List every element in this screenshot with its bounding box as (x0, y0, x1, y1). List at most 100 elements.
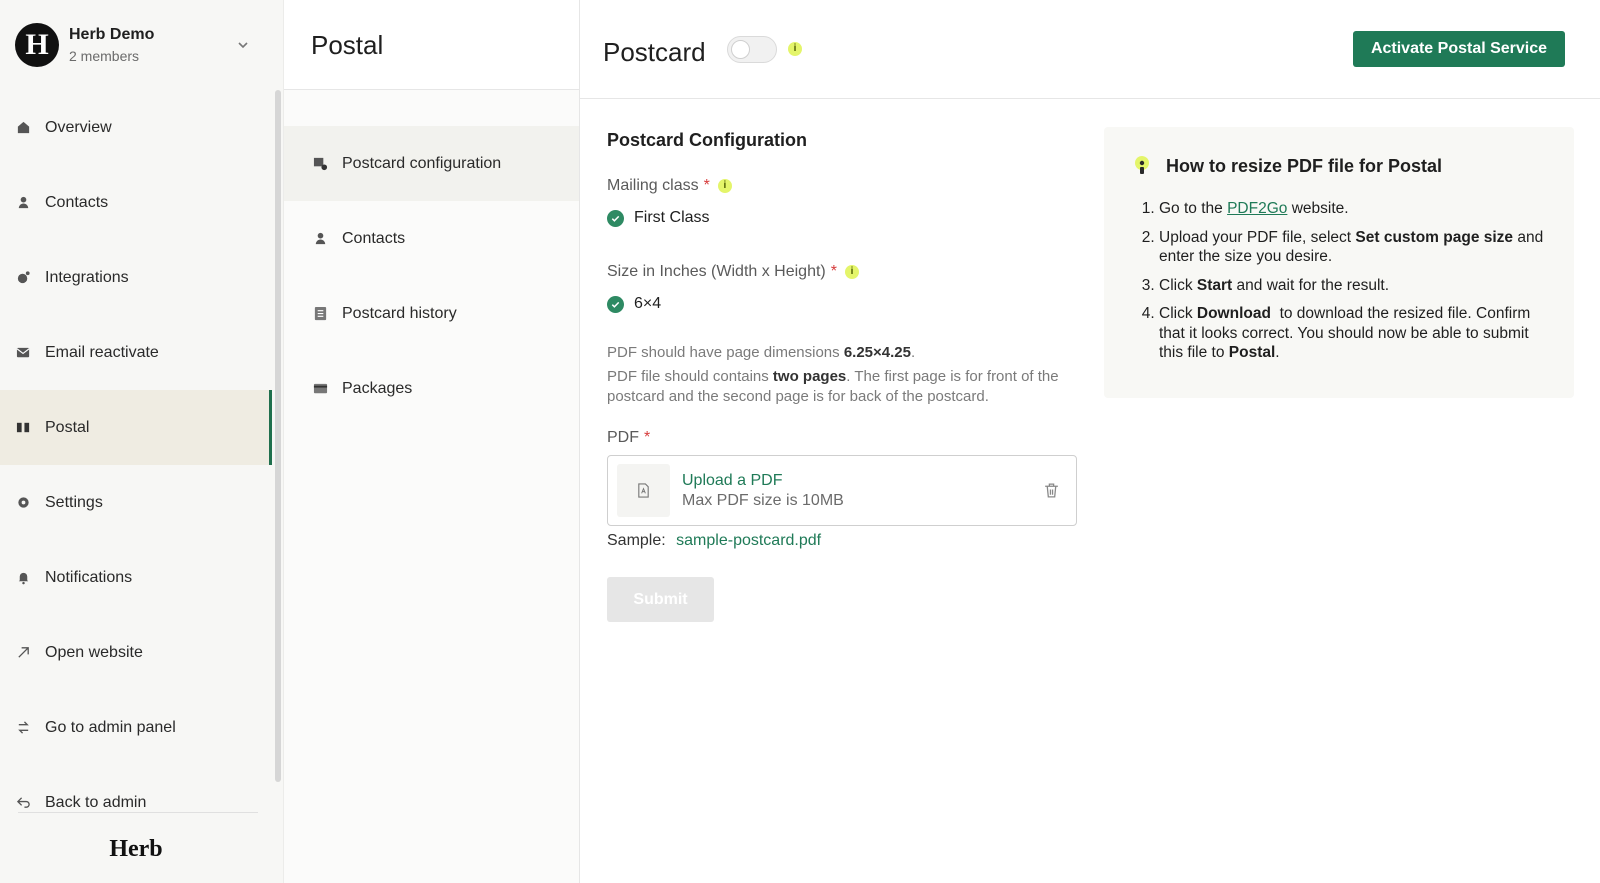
size-value: 6×4 (634, 295, 662, 312)
sidebar-item-label: Go to admin panel (45, 718, 176, 736)
submit-button[interactable]: Submit (607, 577, 714, 622)
upload-pdf-link[interactable]: Upload a PDF (682, 472, 844, 490)
pdf-upload-dropzone[interactable]: Upload a PDF Max PDF size is 10MB (607, 455, 1077, 526)
pdf2go-link[interactable]: PDF2Go (1227, 200, 1287, 217)
sidebar-item-overview[interactable]: Overview (0, 90, 272, 165)
trash-icon[interactable] (1043, 482, 1060, 504)
org-switcher[interactable]: H Herb Demo 2 members (15, 22, 265, 68)
chevron-down-icon[interactable] (233, 35, 253, 55)
sidebar-item-notifications[interactable]: Notifications (0, 540, 272, 615)
sample-pdf-link[interactable]: sample-postcard.pdf (676, 532, 821, 549)
subnav-item-postcard-history[interactable]: Postcard history (284, 276, 579, 351)
subnav-item-label: Postcard configuration (342, 154, 502, 172)
pdf-label: PDF * (607, 429, 1077, 447)
postcard-toggle[interactable] (727, 36, 777, 63)
pdf-text: PDF (607, 429, 639, 446)
brand-logo: Herb (109, 836, 163, 862)
integrations-icon (15, 270, 31, 286)
sidebar-item-back-to-admin[interactable]: Back to admin (0, 765, 272, 812)
person-icon (312, 231, 328, 247)
subnav-header: Postal (284, 0, 579, 90)
main-header: Postcard i Activate Postal Service (580, 0, 1600, 99)
gear-icon (15, 495, 31, 511)
hint-text: PDF should have page dimensions (607, 344, 844, 361)
help-title-text: How to resize PDF file for Postal (1166, 155, 1443, 176)
pdf-file-icon (617, 464, 670, 517)
external-link-icon (15, 645, 31, 661)
step-bold: Start (1196, 276, 1233, 294)
size-label: Size in Inches (Width x Height) * i (607, 263, 1077, 281)
email-icon (15, 345, 31, 361)
required-mark: * (703, 177, 710, 194)
step-text: Upload your PDF file, select (1159, 228, 1356, 246)
sidebar-item-label: Open website (45, 643, 143, 661)
sidebar-nav: Overview Contacts Integrations Email rea… (0, 90, 272, 812)
sidebar-item-label: Back to admin (45, 793, 147, 811)
step-bold: Set custom page size (1355, 228, 1514, 246)
sidebar: H Herb Demo 2 members Overview Contacts … (0, 0, 284, 883)
sidebar-divider (18, 812, 258, 813)
org-name: Herb Demo (69, 26, 155, 43)
step-text: Click (1159, 276, 1197, 294)
toggle-knob (731, 40, 750, 59)
sidebar-item-label: Overview (45, 118, 112, 136)
postcard-configuration: Postcard Configuration Mailing class * i… (607, 125, 1077, 622)
sidebar-item-label: Notifications (45, 568, 133, 586)
mailing-class-option: First Class (607, 209, 1077, 227)
mailing-class-label: Mailing class * i (607, 177, 1077, 195)
bell-icon (15, 570, 31, 586)
hint-bold: 6.25×4.25 (843, 344, 911, 361)
org-members: 2 members (69, 48, 140, 64)
person-icon (15, 195, 31, 211)
lightbulb-icon (1132, 155, 1152, 177)
subnav-item-label: Contacts (342, 229, 406, 247)
check-circle-icon (607, 295, 624, 313)
upload-size-hint: Max PDF size is 10MB (682, 491, 844, 509)
subnav-item-postcard-configuration[interactable]: Postcard configuration (284, 126, 579, 201)
activate-postal-button[interactable]: Activate Postal Service (1353, 31, 1565, 67)
sidebar-scrollbar[interactable] (275, 90, 281, 782)
sidebar-item-label: Contacts (45, 193, 109, 211)
card-icon (312, 381, 328, 397)
required-mark: * (644, 429, 651, 446)
step-bold: Postal (1228, 344, 1276, 361)
org-avatar: H (15, 23, 59, 67)
resize-help-card: How to resize PDF file for Postal Go to … (1104, 127, 1574, 398)
sidebar-item-open-website[interactable]: Open website (0, 615, 272, 690)
step-text: and wait for the result. (1232, 276, 1390, 294)
sidebar-item-admin-panel[interactable]: Go to admin panel (0, 690, 272, 765)
sidebar-item-label: Email reactivate (45, 343, 159, 361)
info-icon[interactable]: i (844, 265, 859, 279)
help-title: How to resize PDF file for Postal (1132, 155, 1546, 177)
subnav-item-packages[interactable]: Packages (284, 351, 579, 426)
list-icon (312, 306, 328, 322)
subnav-title: Postal (311, 30, 384, 60)
check-circle-icon (607, 209, 624, 227)
postcard-config-icon (312, 156, 328, 172)
dimension-hint: PDF should have page dimensions 6.25×4.2… (607, 343, 1077, 363)
subnav-list: Postcard configuration Contacts Postcard… (284, 126, 579, 426)
mailing-class-text: Mailing class (607, 177, 699, 194)
back-icon (15, 795, 31, 811)
help-step: Upload your PDF file, select Set custom … (1159, 228, 1546, 267)
step-text: Click (1159, 305, 1197, 322)
sidebar-item-postal[interactable]: Postal (0, 390, 272, 465)
info-icon[interactable]: i (788, 42, 802, 56)
step-text: Go to the (1159, 200, 1228, 217)
info-icon[interactable]: i (717, 179, 732, 193)
subnav-item-contacts[interactable]: Contacts (284, 201, 579, 276)
sidebar-item-email-reactivate[interactable]: Email reactivate (0, 315, 272, 390)
sidebar-item-integrations[interactable]: Integrations (0, 240, 272, 315)
step-text: website. (1287, 200, 1349, 217)
sidebar-item-settings[interactable]: Settings (0, 465, 272, 540)
step-text: . (1275, 344, 1280, 361)
postal-icon (15, 420, 31, 436)
sidebar-item-contacts[interactable]: Contacts (0, 165, 272, 240)
sidebar-item-label: Settings (45, 493, 103, 511)
pages-hint: PDF file should contains two pages. The … (607, 367, 1077, 407)
hint-bold: two pages (772, 368, 847, 385)
sidebar-item-label: Integrations (45, 268, 129, 286)
help-step: Click Download to download the resized f… (1159, 304, 1546, 363)
help-step: Go to the PDF2Go website. (1159, 199, 1546, 219)
sample-label: Sample: (607, 532, 666, 549)
